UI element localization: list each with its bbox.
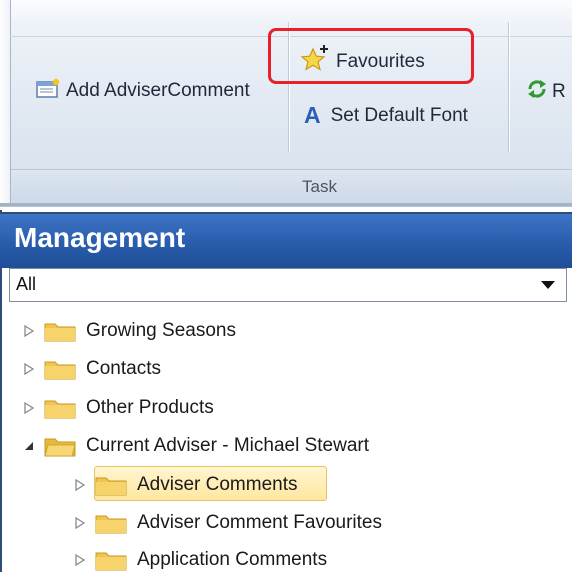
- folder-icon: [95, 512, 127, 534]
- tree-item-contacts[interactable]: Contacts: [22, 358, 161, 380]
- expand-arrow-icon[interactable]: [73, 553, 87, 567]
- add-adviser-comment-label: Add AdviserComment: [66, 80, 250, 101]
- folder-icon: [44, 397, 76, 419]
- tree-item-adviser-comment-favourites[interactable]: Adviser Comment Favourites: [73, 512, 382, 534]
- expand-arrow-icon[interactable]: [22, 401, 36, 415]
- tree-item-adviser-comments[interactable]: Adviser Comments: [73, 474, 298, 496]
- folder-icon: [95, 549, 127, 571]
- tree-item-label: Current Adviser - Michael Stewart: [86, 435, 369, 456]
- tree-item-label: Adviser Comment Favourites: [137, 512, 382, 533]
- expand-arrow-icon[interactable]: [73, 516, 87, 530]
- tree-item-label: Other Products: [86, 397, 214, 418]
- add-adviser-comment-button[interactable]: Add AdviserComment: [36, 78, 250, 104]
- ribbon-bottom-border: [0, 203, 572, 206]
- tree-item-growing-seasons[interactable]: Growing Seasons: [22, 320, 236, 342]
- expand-arrow-icon[interactable]: [22, 324, 36, 338]
- refresh-label: R: [552, 81, 566, 102]
- ribbon-left-edge: [0, 0, 11, 206]
- folder-icon: [44, 320, 76, 342]
- filter-dropdown-value: All: [16, 274, 37, 294]
- folder-icon: [44, 358, 76, 380]
- tree-item-label: Application Comments: [137, 549, 328, 570]
- font-a-icon: A: [304, 102, 321, 128]
- tree-item-current-adviser[interactable]: Current Adviser - Michael Stewart: [22, 435, 369, 457]
- refresh-icon: [526, 78, 548, 106]
- management-title: Management: [14, 222, 186, 253]
- dropdown-arrow-icon[interactable]: [541, 281, 555, 289]
- tree-item-application-comments[interactable]: Application Comments: [73, 549, 327, 571]
- collapse-arrow-icon[interactable]: [22, 439, 36, 453]
- tree-item-other-products[interactable]: Other Products: [22, 397, 214, 419]
- task-group-label: Task: [302, 177, 337, 196]
- expand-arrow-icon[interactable]: [73, 478, 87, 492]
- ribbon-separator: [508, 22, 509, 152]
- open-folder-icon: [44, 435, 76, 457]
- folder-icon: [95, 474, 127, 496]
- task-group-footer: [11, 169, 572, 204]
- tree-item-label: Growing Seasons: [86, 320, 236, 341]
- set-default-font-label: Set Default Font: [330, 104, 468, 126]
- favourites-highlight-box: [268, 28, 474, 84]
- tree-item-label: Contacts: [86, 358, 161, 379]
- refresh-button[interactable]: R: [526, 78, 566, 106]
- filter-dropdown[interactable]: [9, 268, 567, 302]
- tree-item-label: Adviser Comments: [137, 474, 298, 495]
- set-default-font-button[interactable]: A Set Default Font: [304, 102, 468, 129]
- add-comment-icon: [36, 78, 60, 104]
- expand-arrow-icon[interactable]: [22, 362, 36, 376]
